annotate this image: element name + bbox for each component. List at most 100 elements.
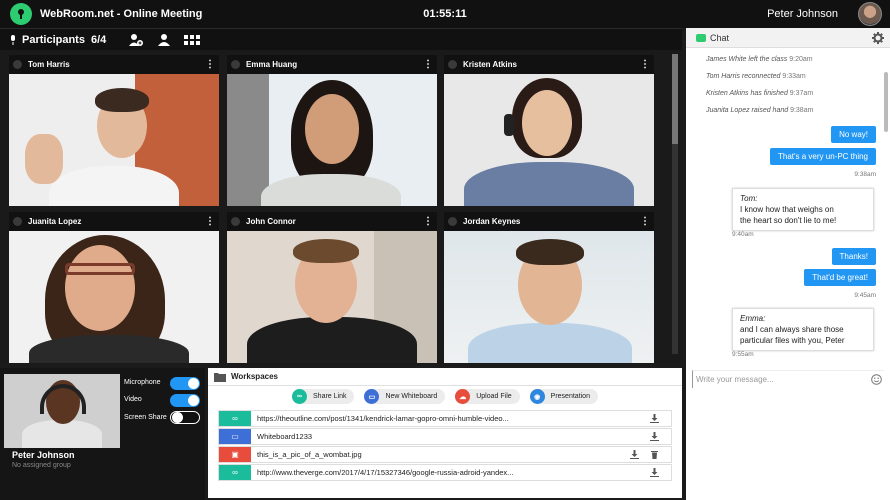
video-tile[interactable]: Tom Harris ⋮ bbox=[9, 55, 219, 206]
chat-message-input[interactable]: Write your message... bbox=[692, 370, 884, 388]
message-time: 9:40am bbox=[732, 231, 754, 238]
participant-name: Kristen Atkins bbox=[463, 60, 517, 69]
self-video-feed bbox=[4, 374, 120, 448]
gear-icon[interactable] bbox=[872, 32, 884, 44]
new-whiteboard-label: New Whiteboard bbox=[385, 393, 438, 400]
participants-title: Participants bbox=[22, 33, 85, 46]
outgoing-message: Thanks! bbox=[831, 248, 876, 265]
more-options-icon[interactable]: ⋮ bbox=[423, 216, 433, 227]
workspace-item[interactable]: ▭ Whiteboard1233 bbox=[218, 428, 672, 445]
upload-file-button[interactable]: ☁ Upload File bbox=[455, 389, 520, 404]
new-whiteboard-button[interactable]: ▭ New Whiteboard bbox=[364, 389, 446, 404]
participants-tools bbox=[128, 32, 200, 48]
video-toggle[interactable] bbox=[170, 394, 200, 407]
status-dot-icon bbox=[448, 60, 457, 69]
current-user-name: Peter Johnson bbox=[767, 8, 838, 20]
tile-header: Jordan Keynes ⋮ bbox=[444, 212, 654, 231]
system-message: Kristen Atkins has finished 9:37am bbox=[706, 90, 814, 97]
participant-name: Emma Huang bbox=[246, 60, 298, 69]
presentation-label: Presentation bbox=[550, 393, 590, 400]
link-icon: ∞ bbox=[219, 465, 251, 480]
self-name: Peter Johnson bbox=[12, 450, 75, 460]
more-options-icon[interactable]: ⋮ bbox=[423, 59, 433, 70]
download-icon[interactable] bbox=[630, 450, 639, 459]
top-bar: WebRoom.net - Online Meeting 01:55:11 Pe… bbox=[0, 0, 890, 28]
status-dot-icon bbox=[448, 217, 457, 226]
presentation-icon: ◉ bbox=[529, 389, 545, 404]
tile-header: Tom Harris ⋮ bbox=[9, 55, 219, 74]
workspaces-title: Workspaces bbox=[231, 372, 278, 381]
workspace-item-label: this_is_a_pic_of_a_wombat.jpg bbox=[257, 450, 362, 459]
participant-name: Jordan Keynes bbox=[463, 217, 521, 226]
workspace-actions: ∞ Share Link ▭ New Whiteboard ☁ Upload F… bbox=[208, 386, 682, 406]
video-label: Video bbox=[124, 396, 142, 403]
workspaces-panel: Workspaces ∞ Share Link ▭ New Whiteboard… bbox=[208, 368, 682, 498]
self-group: No assigned group bbox=[12, 462, 71, 469]
upload-file-label: Upload File bbox=[476, 393, 512, 400]
workspace-item-label: https://theoutline.com/post/1341/kendric… bbox=[257, 414, 509, 423]
more-options-icon[interactable]: ⋮ bbox=[205, 59, 215, 70]
more-options-icon[interactable]: ⋮ bbox=[640, 216, 650, 227]
status-dot-icon bbox=[231, 217, 240, 226]
folder-icon bbox=[214, 372, 226, 382]
chat-title: Chat bbox=[710, 32, 730, 43]
message-time: 9:45am bbox=[854, 292, 876, 299]
grid-scrollbar[interactable] bbox=[672, 54, 678, 354]
user-settings-icon[interactable] bbox=[156, 32, 172, 48]
current-user-avatar[interactable] bbox=[858, 2, 882, 26]
whiteboard-icon: ▭ bbox=[219, 429, 251, 444]
share-link-label: Share Link bbox=[313, 393, 347, 400]
outgoing-message: That'd be great! bbox=[804, 269, 876, 286]
video-feed bbox=[227, 74, 437, 206]
tile-header: John Connor ⋮ bbox=[227, 212, 437, 231]
tile-header: Kristen Atkins ⋮ bbox=[444, 55, 654, 74]
workspace-item[interactable]: ∞ http://www.theverge.com/2017/4/17/1532… bbox=[218, 464, 672, 481]
video-tile[interactable]: Juanita Lopez ⋮ bbox=[9, 212, 219, 363]
participants-count: 6/4 bbox=[90, 33, 107, 46]
microphone-label: Microphone bbox=[124, 379, 161, 386]
more-options-icon[interactable]: ⋮ bbox=[205, 216, 215, 227]
tile-header: Juanita Lopez ⋮ bbox=[9, 212, 219, 231]
status-dot-icon bbox=[13, 217, 22, 226]
workspace-list: ∞ https://theoutline.com/post/1341/kendr… bbox=[208, 406, 682, 481]
download-icon[interactable] bbox=[650, 468, 659, 477]
download-icon[interactable] bbox=[650, 432, 659, 441]
video-tile[interactable]: Jordan Keynes ⋮ bbox=[444, 212, 654, 363]
video-tile[interactable]: Emma Huang ⋮ bbox=[227, 55, 437, 206]
message-time: 9:55am bbox=[732, 351, 754, 358]
trash-icon[interactable] bbox=[650, 450, 659, 459]
app-title: WebRoom.net - Online Meeting bbox=[40, 8, 203, 20]
screen-share-toggle[interactable] bbox=[170, 411, 200, 424]
video-tile[interactable]: Kristen Atkins ⋮ bbox=[444, 55, 654, 206]
link-icon: ∞ bbox=[219, 411, 251, 426]
system-message: James White left the class 9:20am bbox=[706, 56, 813, 63]
add-user-icon[interactable] bbox=[128, 32, 144, 48]
video-feed bbox=[444, 74, 654, 206]
status-dot-icon bbox=[13, 60, 22, 69]
microphone-toggle[interactable] bbox=[170, 377, 200, 390]
workspace-item-label: Whiteboard1233 bbox=[257, 432, 313, 441]
video-tile[interactable]: John Connor ⋮ bbox=[227, 212, 437, 363]
workspace-item[interactable]: ▣ this_is_a_pic_of_a_wombat.jpg bbox=[218, 446, 672, 463]
video-feed bbox=[9, 74, 219, 206]
emoji-icon[interactable] bbox=[871, 374, 882, 385]
workspace-item[interactable]: ∞ https://theoutline.com/post/1341/kendr… bbox=[218, 410, 672, 427]
workspace-item-label: http://www.theverge.com/2017/4/17/153273… bbox=[257, 468, 514, 477]
mic-icon bbox=[11, 34, 15, 45]
message-time: 9:38am bbox=[854, 171, 876, 178]
system-message: Tom Harris reconnected 9:33am bbox=[706, 73, 806, 80]
grid-view-icon[interactable] bbox=[184, 32, 200, 48]
chat-messages: James White left the class 9:20am Tom Ha… bbox=[686, 48, 890, 388]
screen-share-label: Screen Share bbox=[124, 414, 167, 421]
image-icon: ▣ bbox=[219, 447, 251, 462]
share-link-button[interactable]: ∞ Share Link bbox=[292, 389, 355, 404]
logo-icon bbox=[10, 3, 32, 25]
system-message: Juanita Lopez raised hand 9:38am bbox=[706, 107, 814, 114]
more-options-icon[interactable]: ⋮ bbox=[640, 59, 650, 70]
chat-scrollbar[interactable] bbox=[884, 72, 888, 132]
participant-name: Tom Harris bbox=[28, 60, 70, 69]
presentation-button[interactable]: ◉ Presentation bbox=[529, 389, 598, 404]
upload-icon: ☁ bbox=[455, 389, 471, 404]
outgoing-message: That's a very un-PC thing bbox=[769, 148, 876, 165]
download-icon[interactable] bbox=[650, 414, 659, 423]
